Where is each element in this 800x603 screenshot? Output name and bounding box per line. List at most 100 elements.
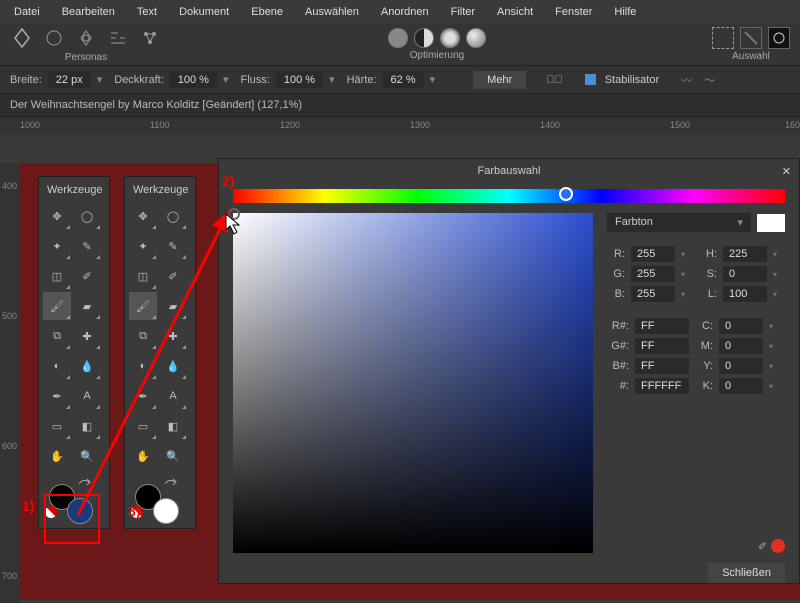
ghex-input[interactable]: FF (635, 338, 689, 354)
g-input[interactable]: 255 (631, 266, 675, 282)
menu-datei[interactable]: Datei (14, 6, 40, 18)
selection-brush-tool[interactable]: ✦ (43, 232, 71, 260)
sel-marquee-icon[interactable] (712, 27, 734, 49)
gradient-tool[interactable]: ◧ (73, 412, 101, 440)
fill-tool[interactable]: ▰ (159, 292, 187, 320)
gradient-tool[interactable]: ◧ (159, 412, 187, 440)
curve2-icon[interactable]: 〜 (704, 72, 715, 88)
persona-tone-icon[interactable] (106, 26, 130, 50)
hand-tool[interactable]: ✋ (129, 442, 157, 470)
schliessen-button[interactable]: Schließen (708, 563, 785, 583)
opt-1-icon[interactable] (388, 28, 408, 48)
chevron-down-icon[interactable]: ▾ (223, 73, 229, 86)
chevron-down-icon[interactable]: ▾ (773, 290, 785, 299)
chevron-down-icon[interactable]: ▾ (329, 73, 335, 86)
eyedropper-tool[interactable]: ✐ (159, 262, 187, 290)
zoom-tool[interactable]: 🔍 (73, 442, 101, 470)
text-tool[interactable]: A (73, 382, 101, 410)
sel-refine-icon[interactable] (768, 27, 790, 49)
brush-settings-icon[interactable]: ◯⃪ (546, 74, 563, 86)
fluss-value[interactable]: 100 % (276, 72, 323, 88)
selection-brush-tool[interactable]: ✦ (129, 232, 157, 260)
saturation-value-box[interactable] (233, 213, 593, 553)
menu-fenster[interactable]: Fenster (555, 6, 592, 18)
eyedropper-tool[interactable]: ✐ (73, 262, 101, 290)
color-mode-dropdown[interactable]: Farbton ▾ (607, 213, 751, 232)
crop-tool[interactable]: ◫ (43, 262, 71, 290)
clone-tool[interactable]: ⧉ (43, 322, 71, 350)
hue-handle[interactable] (559, 187, 573, 201)
paint-brush-tool[interactable]: 🖌 (43, 292, 71, 320)
r-input[interactable]: 255 (631, 246, 675, 262)
breite-value[interactable]: 22 px (48, 72, 91, 88)
hand-tool[interactable]: ✋ (43, 442, 71, 470)
flood-select-tool[interactable]: ✎ (159, 232, 187, 260)
zoom-tool[interactable]: 🔍 (159, 442, 187, 470)
shape-tool[interactable]: ▭ (43, 412, 71, 440)
menu-hilfe[interactable]: Hilfe (614, 6, 636, 18)
text-tool[interactable]: A (159, 382, 187, 410)
y-input[interactable]: 0 (719, 358, 763, 374)
persona-export-icon[interactable] (138, 26, 162, 50)
chevron-down-icon[interactable]: ▾ (769, 322, 781, 331)
bhex-input[interactable]: FF (635, 358, 689, 374)
persona-photo-icon[interactable] (10, 26, 34, 50)
move-tool[interactable]: ✥ (129, 202, 157, 230)
s-input[interactable]: 0 (723, 266, 767, 282)
heal-tool[interactable]: ✚ (73, 322, 101, 350)
chevron-down-icon[interactable]: ▾ (430, 73, 436, 86)
persona-liquify-icon[interactable] (42, 26, 66, 50)
chevron-down-icon[interactable]: ▾ (97, 73, 103, 86)
mehr-button[interactable]: Mehr (473, 71, 526, 89)
pen-tool[interactable]: ✒ (129, 382, 157, 410)
shape-tool[interactable]: ▭ (129, 412, 157, 440)
rhex-input[interactable]: FF (635, 318, 689, 334)
dodge-tool[interactable]: ◐ (129, 352, 157, 380)
c-input[interactable]: 0 (719, 318, 763, 334)
menu-anordnen[interactable]: Anordnen (381, 6, 429, 18)
menu-ansicht[interactable]: Ansicht (497, 6, 533, 18)
l-input[interactable]: 100 (723, 286, 767, 302)
opt-3-icon[interactable] (440, 28, 460, 48)
opt-2-icon[interactable] (414, 28, 434, 48)
hex-input[interactable]: FFFFFF (635, 378, 689, 394)
menu-auswaehlen[interactable]: Auswählen (305, 6, 359, 18)
crop-tool[interactable]: ◫ (129, 262, 157, 290)
blur-tool[interactable]: 💧 (159, 352, 187, 380)
move-tool[interactable]: ✥ (43, 202, 71, 230)
menu-dokument[interactable]: Dokument (179, 6, 229, 18)
menu-text[interactable]: Text (137, 6, 157, 18)
deckkraft-value[interactable]: 100 % (170, 72, 217, 88)
haerte-value[interactable]: 62 % (383, 72, 424, 88)
stabilisator-checkbox[interactable] (585, 74, 596, 85)
blur-tool[interactable]: 💧 (73, 352, 101, 380)
sv-handle[interactable] (228, 208, 240, 220)
heal-tool[interactable]: ✚ (159, 322, 187, 350)
h-input[interactable]: 225 (723, 246, 767, 262)
k-input[interactable]: 0 (719, 378, 763, 394)
lasso-tool[interactable]: ◯ (159, 202, 187, 230)
menu-ebene[interactable]: Ebene (251, 6, 283, 18)
chevron-down-icon[interactable]: ▾ (681, 250, 693, 259)
opt-4-icon[interactable] (466, 28, 486, 48)
flood-select-tool[interactable]: ✎ (73, 232, 101, 260)
chevron-down-icon[interactable]: ▾ (681, 290, 693, 299)
sel-freehand-icon[interactable] (740, 27, 762, 49)
pen-tool[interactable]: ✒ (43, 382, 71, 410)
chevron-down-icon[interactable]: ▾ (769, 342, 781, 351)
b-input[interactable]: 255 (631, 286, 675, 302)
chevron-down-icon[interactable]: ▾ (769, 362, 781, 371)
chevron-down-icon[interactable]: ▾ (681, 270, 693, 279)
curve-icon[interactable]: 〰 (681, 72, 692, 88)
menu-filter[interactable]: Filter (451, 6, 475, 18)
hue-slider[interactable] (233, 189, 785, 203)
m-input[interactable]: 0 (719, 338, 763, 354)
lasso-tool[interactable]: ◯ (73, 202, 101, 230)
chevron-down-icon[interactable]: ▾ (769, 382, 781, 391)
paint-brush-tool[interactable]: 🖌 (129, 292, 157, 320)
clone-tool[interactable]: ⧉ (129, 322, 157, 350)
menu-bearbeiten[interactable]: Bearbeiten (62, 6, 115, 18)
close-icon[interactable]: ✕ (782, 165, 791, 178)
chevron-down-icon[interactable]: ▾ (773, 250, 785, 259)
chevron-down-icon[interactable]: ▾ (773, 270, 785, 279)
